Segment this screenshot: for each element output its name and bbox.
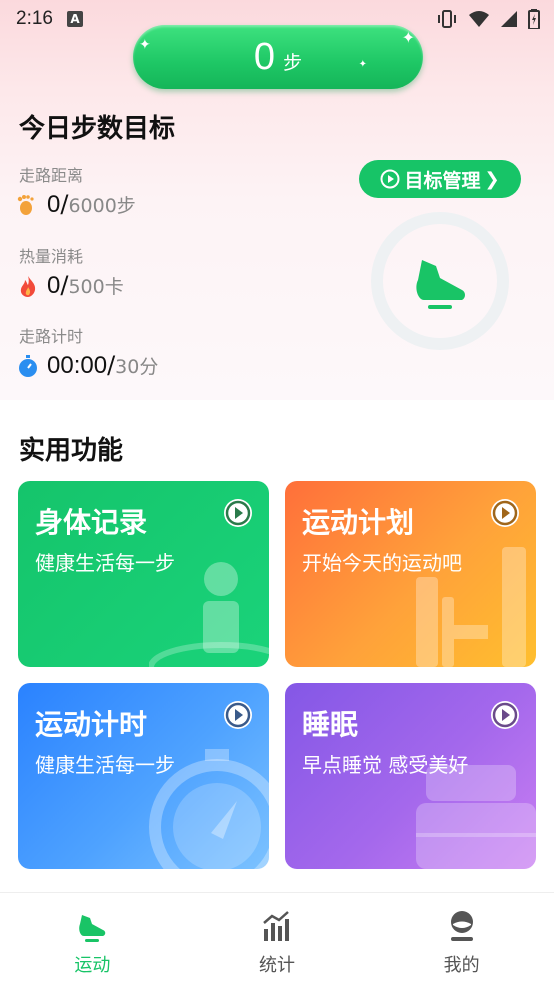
step-unit: 步 xyxy=(283,51,303,74)
sparkle-icon: ✦ xyxy=(358,59,367,70)
play-circle-icon xyxy=(380,169,400,189)
nav-item-exercise[interactable]: 运动 xyxy=(0,893,185,984)
slash: / xyxy=(60,271,69,299)
slash: / xyxy=(107,351,116,379)
sneaker-icon xyxy=(79,915,106,942)
bottom-nav: 运动 统计 我的 xyxy=(0,892,554,984)
play-circle-icon[interactable] xyxy=(489,699,521,731)
exercise-timer-card[interactable]: 运动计时 健康生活每一步 xyxy=(18,683,269,869)
time-value: 00:00 xyxy=(47,352,108,379)
card-title: 运动计划 xyxy=(302,506,415,539)
flame-icon xyxy=(20,275,36,297)
distance-row: 0 / 6000步 xyxy=(17,190,136,219)
battery-icon xyxy=(528,9,540,29)
step-counter: ✦ ✦ ✦ 0 步 xyxy=(133,25,423,89)
card-title: 运动计时 xyxy=(35,708,148,741)
bar-chart-icon xyxy=(263,911,289,941)
distance-goal: 6000步 xyxy=(68,195,136,217)
tools-section-title: 实用功能 xyxy=(19,436,124,466)
goal-manage-label: 目标管理 xyxy=(404,169,481,192)
status-icons xyxy=(436,9,540,29)
distance-value: 0 xyxy=(47,191,61,218)
slash: / xyxy=(60,190,69,218)
signal-icon xyxy=(501,11,517,27)
chevron-right-icon: ❯ xyxy=(484,168,500,190)
notification-icon: A xyxy=(66,11,83,27)
body-record-card[interactable]: 身体记录 健康生活每一步 xyxy=(18,481,269,667)
play-circle-icon[interactable] xyxy=(222,497,254,529)
nav-item-stats[interactable]: 统计 xyxy=(185,893,370,984)
profile-icon xyxy=(450,911,473,941)
card-subtitle: 健康生活每一步 xyxy=(35,551,175,575)
stopwatch-icon xyxy=(19,354,37,377)
sneaker-icon xyxy=(416,260,465,309)
calorie-goal: 500卡 xyxy=(68,276,124,298)
goal-manage-button[interactable]: 目标管理 ❯ xyxy=(359,160,521,198)
nav-label: 运动 xyxy=(74,955,111,976)
card-subtitle: 健康生活每一步 xyxy=(35,753,175,777)
card-subtitle: 开始今天的运动吧 xyxy=(302,551,462,575)
status-time: 2:16 xyxy=(16,8,53,29)
nav-label: 我的 xyxy=(443,955,480,976)
wifi-icon xyxy=(469,11,489,27)
step-count: 0 xyxy=(253,35,276,78)
calorie-label: 热量消耗 xyxy=(19,247,84,266)
card-title: 睡眠 xyxy=(302,708,359,741)
sparkle-icon: ✦ xyxy=(139,37,151,53)
sleep-card[interactable]: 睡眠 早点睡觉 感受美好 xyxy=(285,683,536,869)
time-row: 00:00 / 30分 xyxy=(17,351,158,380)
vibrate-icon xyxy=(438,10,456,28)
exercise-plan-card[interactable]: 运动计划 开始今天的运动吧 xyxy=(285,481,536,667)
distance-label: 走路距离 xyxy=(19,166,84,185)
card-title: 身体记录 xyxy=(35,506,148,539)
goal-section-title: 今日步数目标 xyxy=(19,114,176,144)
sparkle-icon: ✦ xyxy=(401,28,415,47)
card-subtitle: 早点睡觉 感受美好 xyxy=(302,753,469,777)
footprint-icon xyxy=(17,194,34,215)
calorie-row: 0 / 500卡 xyxy=(17,271,124,300)
time-label: 走路计时 xyxy=(19,327,84,346)
play-circle-icon[interactable] xyxy=(489,497,521,529)
play-circle-icon[interactable] xyxy=(222,699,254,731)
calorie-value: 0 xyxy=(47,272,61,299)
time-goal: 30分 xyxy=(115,356,159,378)
nav-item-profile[interactable]: 我的 xyxy=(369,893,554,984)
nav-label: 统计 xyxy=(259,955,295,976)
